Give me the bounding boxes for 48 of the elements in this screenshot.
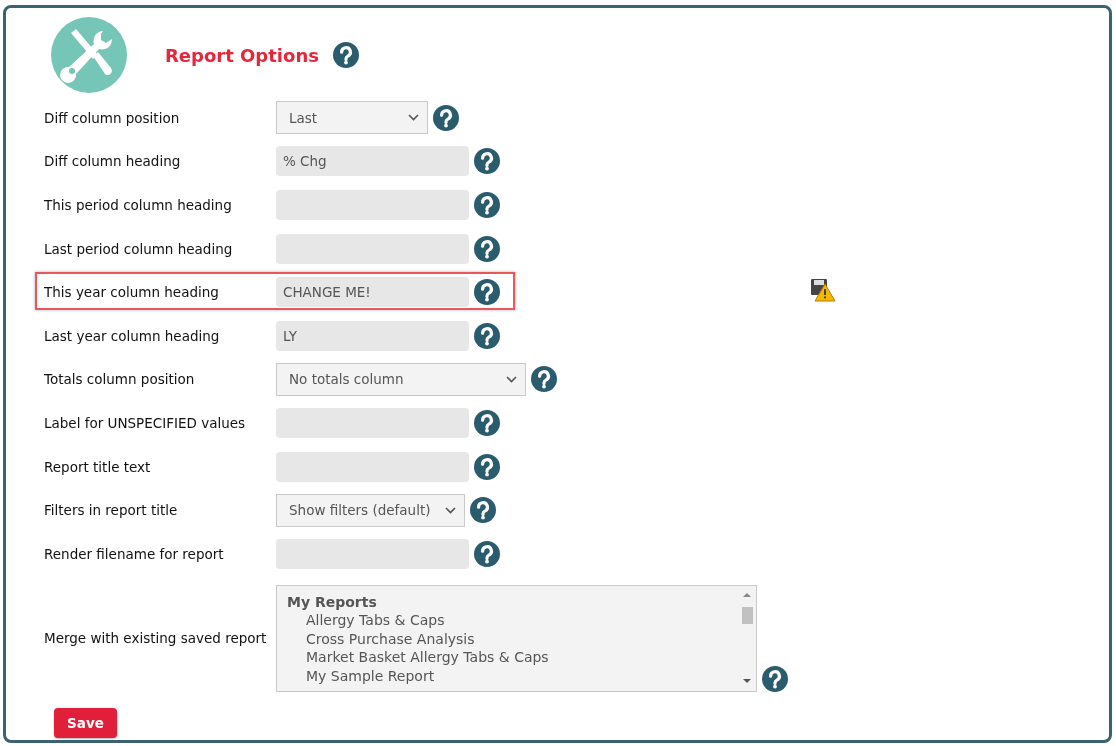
field-label: Merge with existing saved report (44, 630, 268, 647)
field-label: This period column heading (44, 197, 233, 213)
help-icon[interactable] (470, 497, 496, 524)
chevron-down-icon (445, 506, 456, 514)
text-field[interactable]: % Chg (276, 146, 469, 177)
help-icon[interactable] (474, 322, 500, 349)
option-group-label: My Reports (287, 592, 378, 612)
report-listbox[interactable]: My Reports Allergy Tabs & Caps Cross Purchase Analysis Market Basket Allergy Tabs & Caps My Sample Report (276, 584, 757, 692)
list-option[interactable]: Cross Purchase Analysis (287, 629, 738, 649)
help-icon[interactable] (474, 540, 500, 567)
text-field[interactable] (276, 407, 469, 438)
help-icon[interactable] (474, 192, 500, 218)
help-icon[interactable] (332, 42, 359, 68)
help-icon[interactable] (474, 409, 500, 436)
dropdown[interactable]: Show filters (default) (276, 493, 465, 527)
field-label: Label for UNSPECIFIED values (44, 414, 247, 431)
help-icon[interactable] (474, 453, 500, 480)
dropdown[interactable]: No totals column (276, 362, 526, 396)
chevron-down-icon (408, 114, 419, 122)
help-icon[interactable] (433, 104, 459, 131)
field-label: Render filename for report (44, 545, 225, 562)
save-button[interactable]: Save (54, 707, 117, 738)
field-label: Filters in report title (44, 502, 179, 519)
chevron-down-icon (506, 375, 517, 383)
page-title: Report Options (165, 44, 319, 66)
help-icon[interactable] (474, 235, 500, 262)
help-icon[interactable] (474, 148, 500, 175)
list-option[interactable]: Allergy Tabs & Caps (287, 611, 738, 630)
field-label: Last year column heading (44, 327, 221, 344)
dropdown[interactable]: Last (276, 101, 428, 135)
tools-icon (51, 17, 127, 93)
field-label: Last period column heading (44, 240, 234, 257)
help-icon[interactable] (474, 279, 500, 306)
help-icon[interactable] (531, 366, 557, 393)
help-icon[interactable] (762, 665, 788, 692)
text-field[interactable] (276, 233, 469, 264)
list-option[interactable]: My Sample Report (287, 666, 738, 686)
list-option[interactable]: Market Basket Allergy Tabs & Caps (287, 648, 738, 667)
field-label: Totals column position (44, 371, 196, 388)
text-field[interactable] (276, 190, 469, 220)
text-field[interactable] (276, 451, 469, 482)
field-label: This year column heading (44, 284, 220, 301)
text-field[interactable]: CHANGE ME! (276, 277, 469, 308)
field-label: Diff column position (44, 109, 181, 126)
field-label: Report title text (44, 458, 152, 475)
text-field[interactable] (276, 538, 469, 569)
text-field[interactable]: LY (276, 320, 469, 351)
field-label: Diff column heading (44, 153, 182, 170)
